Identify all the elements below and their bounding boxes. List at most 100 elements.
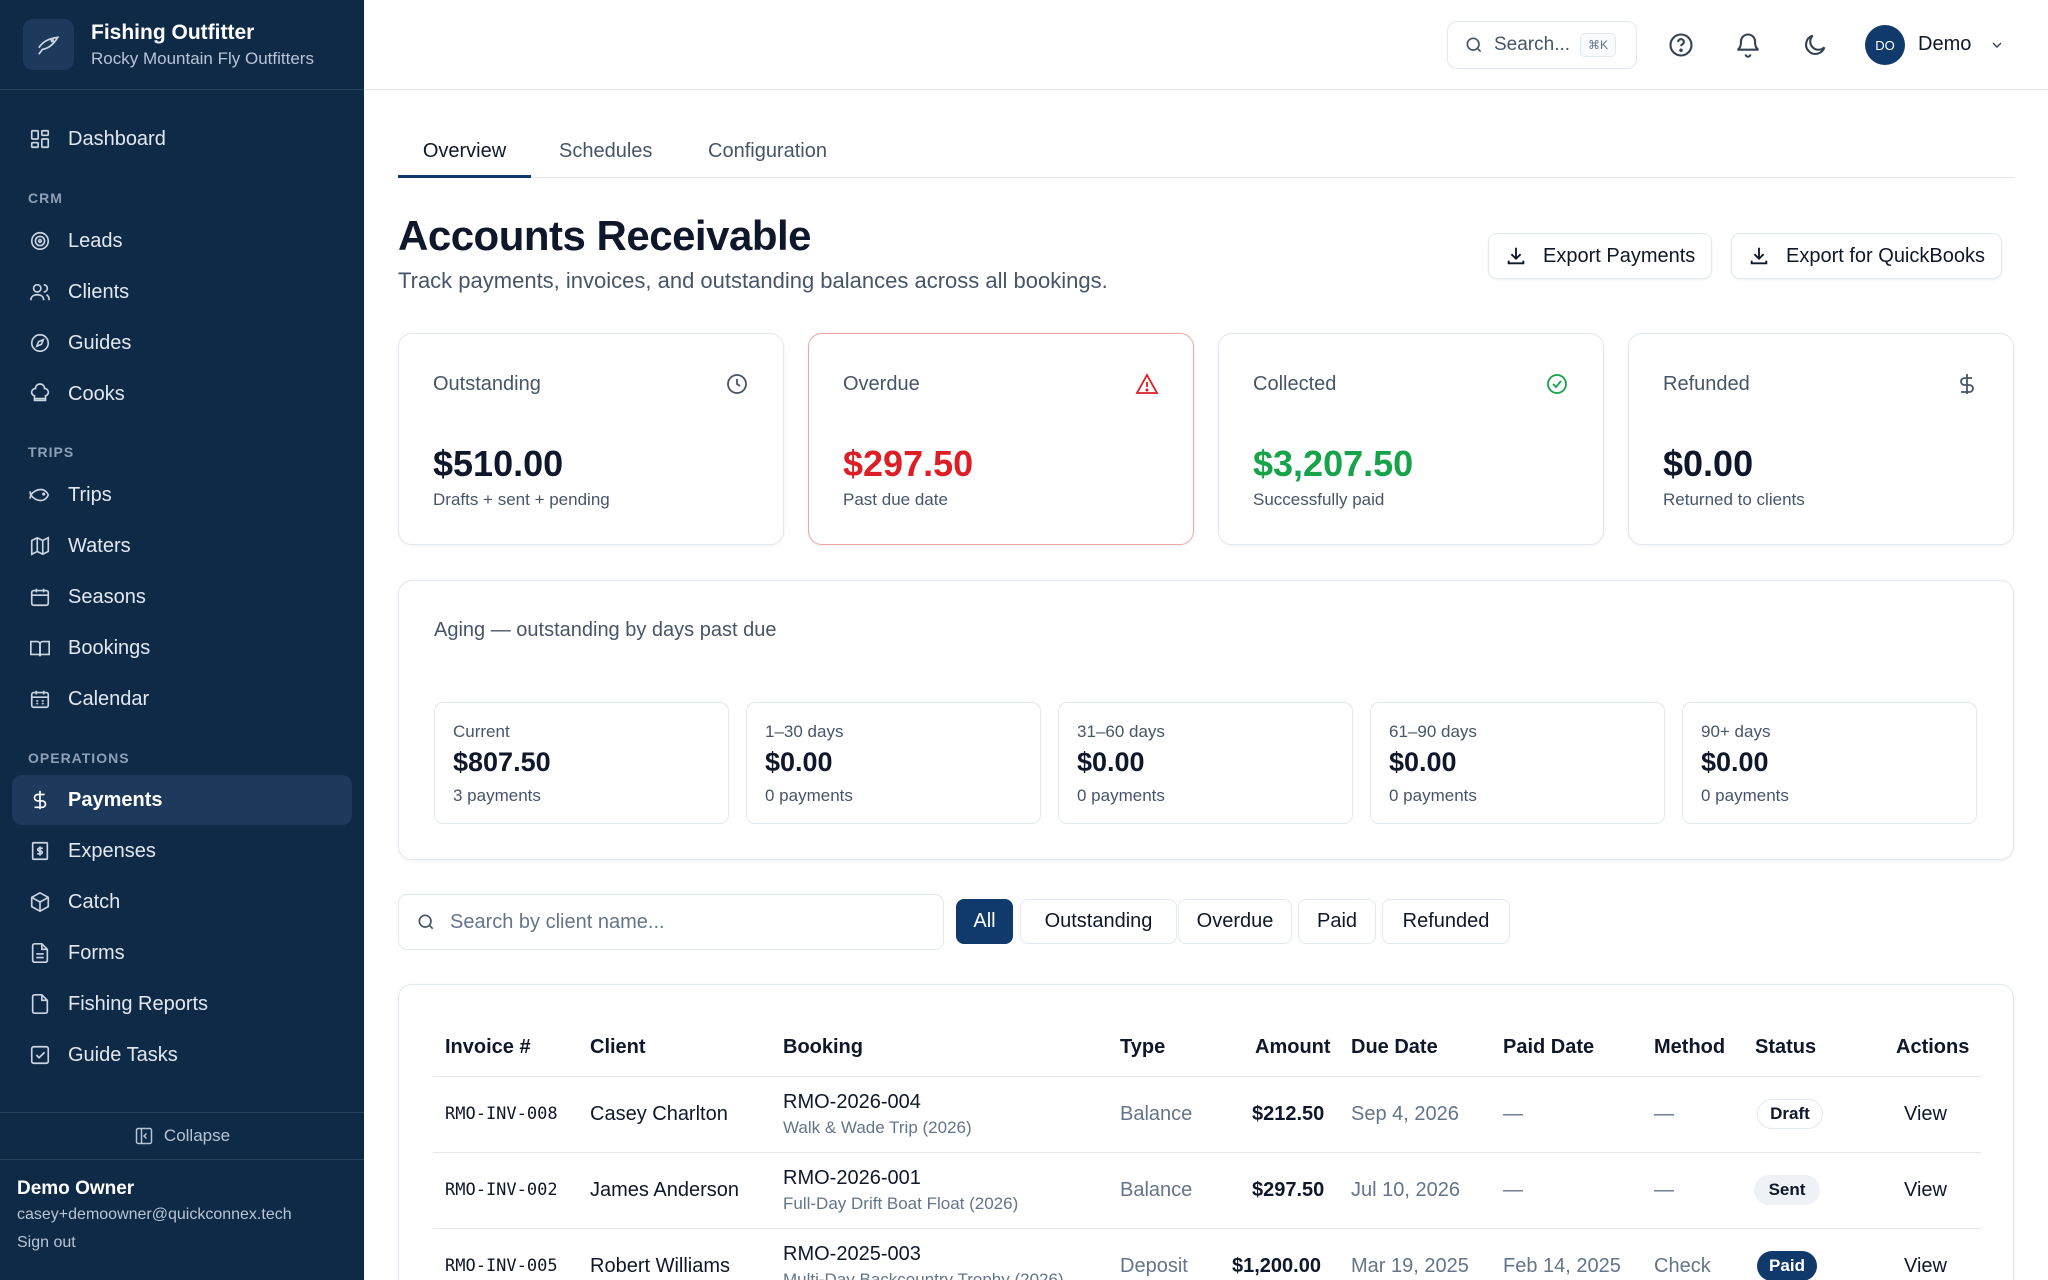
sidebar-item-clients[interactable]: Clients [12, 267, 352, 317]
sidebar-item-cooks[interactable]: Cooks [12, 369, 352, 419]
sidebar-nav: Dashboard CRM Leads Clients Guides Cooks… [0, 90, 364, 1112]
stat-label: Overdue [843, 373, 920, 395]
check-square-icon [30, 1045, 50, 1065]
cell-booking[interactable]: RMO-2025-003 [783, 1243, 921, 1266]
help-icon[interactable] [1667, 31, 1695, 59]
stat-value: $0.00 [1663, 443, 1754, 484]
sidebar-item-expenses[interactable]: Expenses [12, 826, 352, 876]
col-amount[interactable]: Amount [1255, 1036, 1331, 1059]
status-badge: Draft [1757, 1099, 1823, 1129]
view-button[interactable]: View [1904, 1179, 1947, 1202]
bucket-label: 31–60 days [1077, 722, 1165, 741]
cell-client: Robert Williams [590, 1255, 731, 1277]
sidebar-item-leads[interactable]: Leads [12, 216, 352, 266]
aging-bucket-31-60: 31–60 days $0.00 0 payments [1058, 702, 1353, 824]
stat-note: Successfully paid [1253, 490, 1385, 509]
cell-paid: Feb 14, 2025 [1503, 1255, 1621, 1277]
view-button[interactable]: View [1904, 1103, 1947, 1126]
filter-outstanding[interactable]: Outstanding [1020, 899, 1177, 944]
stat-note: Returned to clients [1663, 490, 1805, 509]
nav-section-operations: OPERATIONS [28, 750, 130, 766]
nav-section-crm: CRM [28, 190, 63, 206]
tab-configuration[interactable]: Configuration [708, 120, 827, 178]
receipt-icon [31, 841, 49, 861]
client-search-input[interactable]: Search by client name... [398, 894, 944, 950]
cell-invoice: RMO-INV-002 [445, 1180, 558, 1200]
tab-schedules[interactable]: Schedules [559, 120, 652, 178]
col-paid-date[interactable]: Paid Date [1503, 1036, 1594, 1059]
dollar-icon [33, 790, 47, 810]
sidebar-item-catch[interactable]: Catch [12, 877, 352, 927]
bucket-note: 0 payments [1389, 786, 1477, 805]
tab-overview[interactable]: Overview [398, 120, 531, 178]
cell-booking[interactable]: RMO-2026-001 [783, 1167, 921, 1190]
sidebar-item-waters[interactable]: Waters [12, 521, 352, 571]
sidebar-item-calendar[interactable]: Calendar [12, 674, 352, 724]
fish-logo-icon [23, 19, 74, 70]
cell-due: Mar 19, 2025 [1351, 1255, 1469, 1277]
filter-refunded[interactable]: Refunded [1382, 899, 1510, 944]
moon-icon[interactable] [1801, 31, 1829, 59]
collapse-button[interactable]: Collapse [0, 1112, 364, 1160]
file-text-icon [31, 943, 49, 963]
filter-overdue[interactable]: Overdue [1178, 899, 1292, 944]
sign-out-link[interactable]: Sign out [17, 1234, 292, 1252]
sidebar-item-bookings[interactable]: Bookings [12, 623, 352, 673]
sidebar: Fishing Outfitter Rocky Mountain Fly Out… [0, 0, 364, 1280]
view-button[interactable]: View [1904, 1255, 1947, 1278]
sidebar-item-label: Fishing Reports [68, 992, 209, 1015]
dollar-icon [1960, 374, 1974, 394]
cell-method: — [1654, 1103, 1674, 1125]
search-icon [418, 914, 434, 930]
sidebar-item-guide-tasks[interactable]: Guide Tasks [12, 1030, 352, 1080]
collapse-label: Collapse [163, 1126, 231, 1145]
alert-triangle-icon [1135, 373, 1159, 394]
global-search-button[interactable]: Search... ⌘K [1447, 21, 1637, 69]
cell-type: Balance [1120, 1179, 1193, 1201]
cell-invoice: RMO-INV-005 [445, 1256, 558, 1276]
bucket-note: 3 payments [453, 786, 541, 805]
chevron-down-icon[interactable] [1989, 37, 2005, 53]
bucket-label: 90+ days [1701, 722, 1771, 741]
brand-title: Fishing Outfitter [91, 20, 255, 44]
row-divider [433, 1152, 1981, 1153]
bucket-label: 61–90 days [1389, 722, 1477, 741]
col-type[interactable]: Type [1120, 1036, 1165, 1059]
sidebar-item-guides[interactable]: Guides [12, 318, 352, 368]
cell-trip: Walk & Wade Trip (2026) [783, 1118, 972, 1137]
search-icon [1466, 37, 1482, 53]
col-invoice[interactable]: Invoice # [445, 1036, 531, 1059]
compass-icon [30, 333, 50, 353]
sidebar-item-seasons[interactable]: Seasons [12, 572, 352, 622]
cell-booking[interactable]: RMO-2026-004 [783, 1091, 921, 1114]
cell-amount: $297.50 [1252, 1179, 1325, 1201]
stat-card-overdue: Overdue $297.50 Past due date [808, 333, 1194, 545]
row-divider [433, 1076, 1981, 1077]
download-icon [1750, 247, 1768, 265]
sidebar-item-forms[interactable]: Forms [12, 928, 352, 978]
col-due-date[interactable]: Due Date [1351, 1036, 1438, 1059]
row-divider [433, 1228, 1981, 1229]
col-booking[interactable]: Booking [783, 1036, 863, 1059]
export-quickbooks-button[interactable]: Export for QuickBooks [1731, 233, 2002, 279]
sidebar-item-dashboard[interactable]: Dashboard [12, 114, 352, 164]
sidebar-item-trips[interactable]: Trips [12, 470, 352, 520]
export-payments-button[interactable]: Export Payments [1488, 233, 1713, 279]
sidebar-item-payments[interactable]: Payments [12, 775, 352, 825]
bucket-value: $0.00 [1077, 747, 1145, 777]
shortcut-badge: ⌘K [1580, 33, 1617, 57]
stat-card-collected: Collected $3,207.50 Successfully paid [1218, 333, 1604, 545]
col-status[interactable]: Status [1755, 1036, 1816, 1059]
stat-note: Drafts + sent + pending [433, 490, 610, 509]
col-method[interactable]: Method [1654, 1036, 1725, 1059]
bell-icon[interactable] [1734, 31, 1762, 59]
bucket-note: 0 payments [1077, 786, 1165, 805]
filter-paid[interactable]: Paid [1298, 899, 1376, 944]
book-open-icon [30, 640, 50, 657]
col-client[interactable]: Client [590, 1036, 646, 1059]
user-menu-label[interactable]: Demo [1918, 33, 1971, 56]
sidebar-item-fishing-reports[interactable]: Fishing Reports [12, 979, 352, 1029]
filter-all[interactable]: All [956, 899, 1013, 944]
panel-left-icon [135, 1127, 153, 1145]
avatar[interactable]: DO [1865, 25, 1905, 65]
